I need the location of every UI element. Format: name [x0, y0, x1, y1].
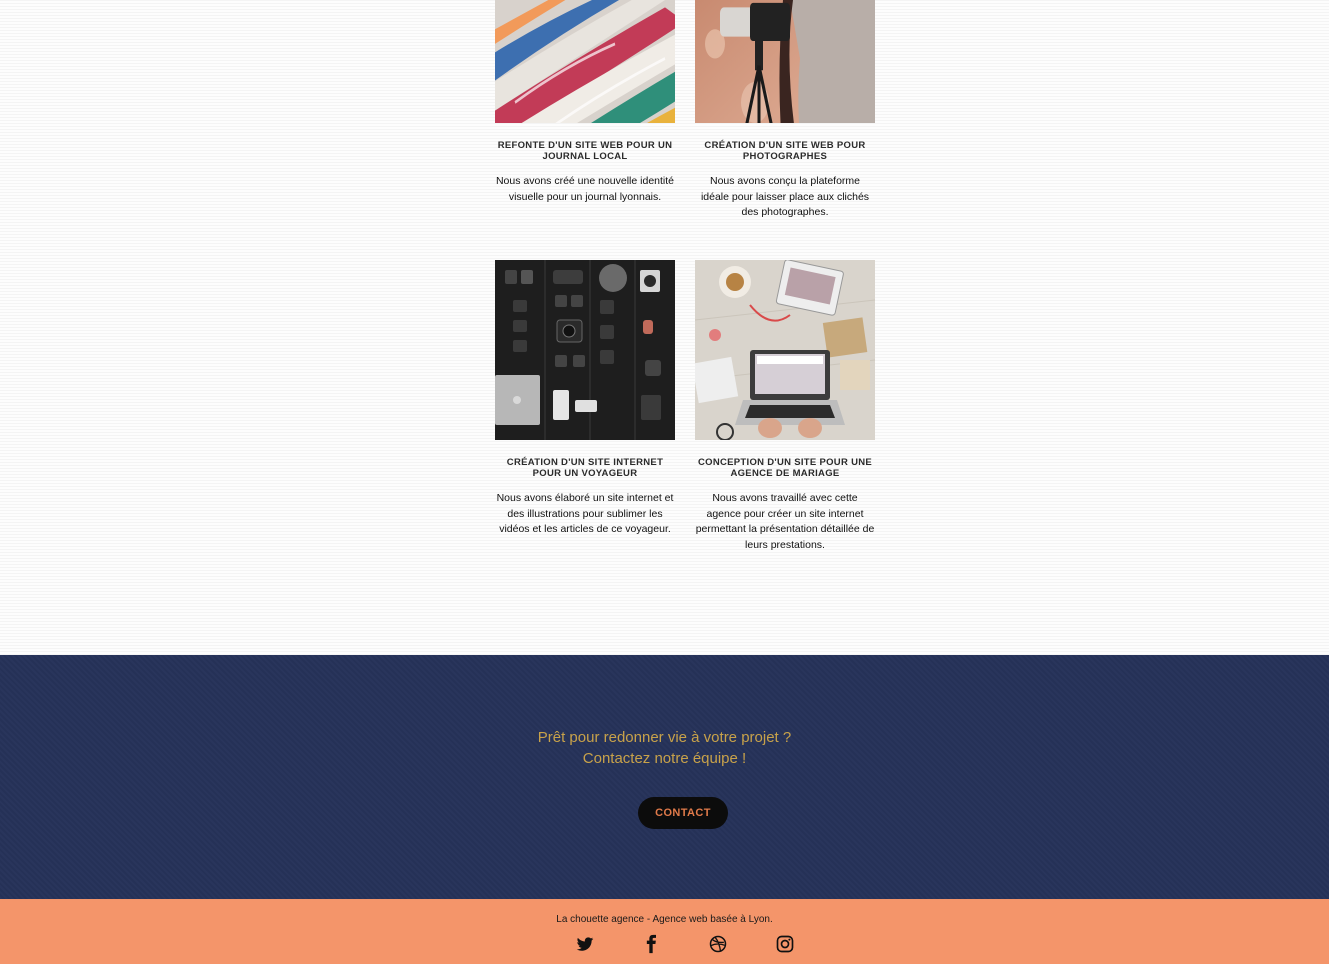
footer: La chouette agence - Agence web basée à …: [0, 899, 1329, 964]
project-description: Nous avons créé une nouvelle identité vi…: [495, 175, 675, 203]
project-title: CRÉATION D'UN SITE INTERNET POUR UN VOYA…: [506, 457, 664, 479]
footer-tagline: La chouette agence - Agence web basée à …: [556, 914, 773, 925]
contact-button[interactable]: CONTACT: [638, 797, 728, 829]
camera-gear-photo[interactable]: [495, 260, 675, 440]
laptop-desk-photo[interactable]: [695, 260, 875, 440]
contact-cta-section: Prêt pour redonner vie à votre projet ? …: [0, 655, 1329, 899]
twitter-icon[interactable]: [575, 934, 595, 954]
magazines-photo[interactable]: [495, 0, 675, 123]
portfolio-section: REFONTE D'UN SITE WEB POUR UN JOURNAL LO…: [0, 0, 1329, 655]
project-title: CONCEPTION D'UN SITE POUR UNE AGENCE DE …: [697, 457, 873, 479]
project-title: CRÉATION D'UN SITE WEB POUR PHOTOGRAPHES: [704, 140, 866, 162]
cta-subheadline: Contactez notre équipe !: [582, 750, 747, 767]
project-title: REFONTE D'UN SITE WEB POUR UN JOURNAL LO…: [497, 140, 673, 162]
facebook-icon[interactable]: [641, 934, 661, 954]
photographer-photo[interactable]: [695, 0, 875, 123]
project-description: Nous avons conçu la plateforme idéale po…: [700, 175, 870, 218]
cta-headline: Prêt pour redonner vie à votre projet ?: [537, 729, 792, 746]
project-description: Nous avons travaillé avec cette agence p…: [695, 492, 875, 551]
project-description: Nous avons élaboré un site internet et d…: [496, 492, 674, 535]
dribbble-icon[interactable]: [708, 934, 728, 954]
instagram-icon[interactable]: [775, 934, 795, 954]
